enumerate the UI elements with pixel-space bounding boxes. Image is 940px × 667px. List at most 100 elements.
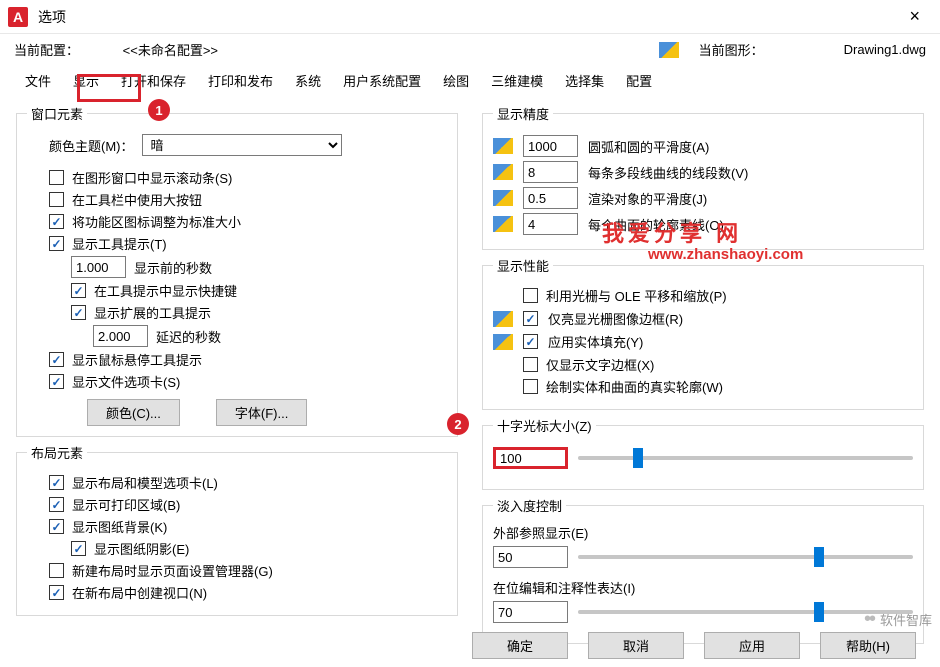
tab-2[interactable]: 打开和保存 [110,65,197,96]
lbl-ext-tip: 显示扩展的工具提示 [94,303,211,322]
tab-4[interactable]: 系统 [284,65,332,96]
tab-5[interactable]: 用户系统配置 [332,65,432,96]
layout-elements-group: 布局元素 显示布局和模型选项卡(L) 显示可打印区域(B) 显示图纸背景(K) … [16,443,458,616]
xref-slider[interactable] [578,555,913,559]
cancel-button[interactable]: 取消 [588,632,684,659]
cb-paper-bg[interactable] [49,519,64,534]
cb-shortcut[interactable] [71,283,86,298]
window-title: 选项 [38,7,66,27]
precision-icon [493,164,513,180]
fonts-button[interactable]: 字体(F)... [216,399,307,426]
slider-thumb[interactable] [814,602,824,622]
tab-0[interactable]: 文件 [14,65,62,96]
edit-slider[interactable] [578,610,913,614]
arc-smooth-input[interactable] [523,135,578,157]
badge-1: 1 [148,99,170,121]
close-button[interactable]: × [897,6,932,27]
lbl-secs-before: 显示前的秒数 [134,258,212,277]
cb-printable[interactable] [49,497,64,512]
lbl-ole: 利用光栅与 OLE 平移和缩放(P) [546,286,727,305]
cb-layout-model[interactable] [49,475,64,490]
lbl-pline-seg: 每条多段线曲线的线段数(V) [588,163,748,182]
lbl-viewport: 在新布局中创建视口(N) [72,583,207,602]
display-precision-legend: 显示精度 [493,104,553,123]
edit-input[interactable] [493,601,568,623]
tab-9[interactable]: 配置 [615,65,663,96]
tab-6[interactable]: 绘图 [432,65,480,96]
display-precision-group: 显示精度 圆弧和圆的平滑度(A) 每条多段线曲线的线段数(V) 渲染对象的平滑度… [482,104,924,250]
lbl-contour: 每个曲面的轮廓素线(O) [588,215,724,234]
precision-icon [493,138,513,154]
lbl-raster-frame: 仅亮显光栅图像边框(R) [548,309,683,328]
cb-ribbon-std[interactable] [49,214,64,229]
cb-hover[interactable] [49,352,64,367]
fade-group: 淡入度控制 外部参照显示(E) 在位编辑和注释性表达(I) [482,496,924,644]
tab-1[interactable]: 显示 [62,65,110,96]
pline-seg-input[interactable] [523,161,578,183]
apply-button[interactable]: 应用 [704,632,800,659]
crosshair-slider[interactable] [578,456,913,460]
perf-icon [493,334,513,350]
theme-select[interactable]: 暗 [142,134,342,156]
tab-7[interactable]: 三维建模 [480,65,554,96]
help-button[interactable]: 帮助(H) [820,632,916,659]
cb-filetabs[interactable] [49,374,64,389]
fade-legend: 淡入度控制 [493,496,566,515]
edit-label: 在位编辑和注释性表达(I) [493,578,913,597]
lbl-scrollbars: 在图形窗口中显示滚动条(S) [72,168,232,187]
tab-8[interactable]: 选择集 [554,65,615,96]
cb-paper-shadow[interactable] [71,541,86,556]
lbl-solid-fill: 应用实体填充(Y) [548,332,643,351]
precision-icon [493,216,513,232]
cb-ext-tip[interactable] [71,305,86,320]
crosshair-input[interactable] [493,447,568,469]
slider-thumb[interactable] [633,448,643,468]
cb-silhouette[interactable] [523,379,538,394]
window-elements-group: 窗口元素 颜色主题(M)： 暗 在图形窗口中显示滚动条(S) 在工具栏中使用大按… [16,104,458,437]
crosshair-group: 十字光标大小(Z) [482,416,924,490]
lbl-render-smooth: 渲染对象的平滑度(J) [588,189,707,208]
cb-viewport[interactable] [49,585,64,600]
lbl-hover: 显示鼠标悬停工具提示 [72,350,202,369]
cb-solid-fill[interactable] [523,334,538,349]
display-perf-group: 显示性能 利用光栅与 OLE 平移和缩放(P) 仅亮显光栅图像边框(R) 应用实… [482,256,924,410]
cb-page-setup[interactable] [49,563,64,578]
lbl-shortcut: 在工具提示中显示快捷键 [94,281,237,300]
lbl-ribbon-std: 将功能区图标调整为标准大小 [72,212,241,231]
tabs: 文件显示打开和保存打印和发布系统用户系统配置绘图三维建模选择集配置 [0,65,940,96]
cb-bigbuttons[interactable] [49,192,64,207]
lbl-layout-model: 显示布局和模型选项卡(L) [72,473,218,492]
lbl-paper-bg: 显示图纸背景(K) [72,517,167,536]
ok-button[interactable]: 确定 [472,632,568,659]
theme-label: 颜色主题(M)： [49,136,134,155]
window-elements-legend: 窗口元素 [27,104,87,123]
cb-text-frame[interactable] [523,357,538,372]
drawing-value: Drawing1.dwg [844,42,926,57]
secs-delay-input[interactable] [93,325,148,347]
lbl-silhouette: 绘制实体和曲面的真实轮廓(W) [546,377,723,396]
lbl-filetabs: 显示文件选项卡(S) [72,372,180,391]
cb-tooltips[interactable] [49,236,64,251]
drawing-icon [659,42,679,58]
slider-thumb[interactable] [814,547,824,567]
cb-scrollbars[interactable] [49,170,64,185]
cb-ole[interactable] [523,288,538,303]
precision-icon [493,190,513,206]
app-icon: A [8,7,28,27]
lbl-secs-delay: 延迟的秒数 [156,327,221,346]
contour-input[interactable] [523,213,578,235]
secs-before-input[interactable] [71,256,126,278]
colors-button[interactable]: 颜色(C)... [87,399,180,426]
xref-input[interactable] [493,546,568,568]
lbl-bigbuttons: 在工具栏中使用大按钮 [72,190,202,209]
display-perf-legend: 显示性能 [493,256,553,275]
cb-raster-frame[interactable] [523,311,538,326]
render-smooth-input[interactable] [523,187,578,209]
perf-icon [493,311,513,327]
profile-value: <<未命名配置>> [123,43,218,58]
tab-3[interactable]: 打印和发布 [197,65,284,96]
badge-2: 2 [447,413,469,435]
lbl-arc-smooth: 圆弧和圆的平滑度(A) [588,137,709,156]
lbl-page-setup: 新建布局时显示页面设置管理器(G) [72,561,273,580]
lbl-text-frame: 仅显示文字边框(X) [546,355,654,374]
